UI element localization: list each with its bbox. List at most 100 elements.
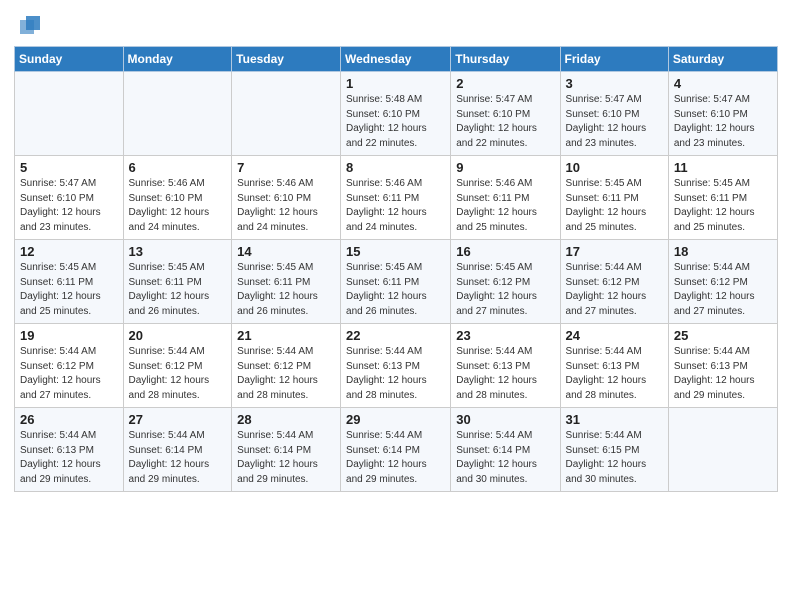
- day-number: 9: [456, 160, 554, 175]
- day-info: Sunrise: 5:45 AM Sunset: 6:11 PM Dayligh…: [129, 261, 227, 319]
- day-number: 19: [20, 328, 118, 343]
- day-info: Sunrise: 5:45 AM Sunset: 6:11 PM Dayligh…: [346, 261, 445, 319]
- day-cell: 28Sunrise: 5:44 AM Sunset: 6:14 PM Dayli…: [232, 408, 341, 492]
- day-info: Sunrise: 5:44 AM Sunset: 6:12 PM Dayligh…: [20, 345, 118, 403]
- day-info: Sunrise: 5:44 AM Sunset: 6:12 PM Dayligh…: [566, 261, 663, 319]
- day-number: 30: [456, 412, 554, 427]
- weekday-header-friday: Friday: [560, 47, 668, 72]
- day-number: 8: [346, 160, 445, 175]
- day-cell: 27Sunrise: 5:44 AM Sunset: 6:14 PM Dayli…: [123, 408, 232, 492]
- day-cell: 4 Sunrise: 5:47 AM Sunset: 6:10 PM Daylig…: [668, 72, 777, 156]
- day-number: 13: [129, 244, 227, 259]
- day-number: 24: [566, 328, 663, 343]
- calendar-table: SundayMondayTuesdayWednesdayThursdayFrid…: [14, 46, 778, 492]
- header: [14, 10, 778, 38]
- week-row-1: 1 Sunrise: 5:48 AM Sunset: 6:10 PM Daylig…: [15, 72, 778, 156]
- day-number: 7: [237, 160, 335, 175]
- day-cell: 12 Sunrise: 5:45 AM Sunset: 6:11 PM Dayli…: [15, 240, 124, 324]
- day-number: 26: [20, 412, 118, 427]
- day-cell: 24 Sunrise: 5:44 AM Sunset: 6:13 PM Dayli…: [560, 324, 668, 408]
- day-cell: 30 Sunrise: 5:44 AM Sunset: 6:14 PM Dayli…: [451, 408, 560, 492]
- day-info: Sunrise: 5:45 AM Sunset: 6:11 PM Dayligh…: [20, 261, 118, 319]
- day-cell: 31 Sunrise: 5:44 AM Sunset: 6:15 PM Dayli…: [560, 408, 668, 492]
- day-cell: 11Sunrise: 5:45 AM Sunset: 6:11 PM Dayli…: [668, 156, 777, 240]
- day-number: 1: [346, 76, 445, 91]
- day-number: 31: [566, 412, 663, 427]
- weekday-header-thursday: Thursday: [451, 47, 560, 72]
- page: SundayMondayTuesdayWednesdayThursdayFrid…: [0, 0, 792, 612]
- day-cell: 29 Sunrise: 5:44 AM Sunset: 6:14 PM Dayli…: [341, 408, 451, 492]
- day-number: 29: [346, 412, 445, 427]
- day-number: 27: [129, 412, 227, 427]
- day-info: Sunrise: 5:44 AM Sunset: 6:13 PM Dayligh…: [566, 345, 663, 403]
- weekday-header-monday: Monday: [123, 47, 232, 72]
- day-cell: 3 Sunrise: 5:47 AM Sunset: 6:10 PM Daylig…: [560, 72, 668, 156]
- weekday-header-wednesday: Wednesday: [341, 47, 451, 72]
- day-cell: 25 Sunrise: 5:44 AM Sunset: 6:13 PM Dayli…: [668, 324, 777, 408]
- week-row-3: 12 Sunrise: 5:45 AM Sunset: 6:11 PM Dayli…: [15, 240, 778, 324]
- day-info: Sunrise: 5:48 AM Sunset: 6:10 PM Dayligh…: [346, 93, 445, 151]
- day-number: 20: [129, 328, 227, 343]
- day-cell: 14 Sunrise: 5:45 AM Sunset: 6:11 PM Dayli…: [232, 240, 341, 324]
- weekday-header-saturday: Saturday: [668, 47, 777, 72]
- day-cell: [668, 408, 777, 492]
- day-cell: 16 Sunrise: 5:45 AM Sunset: 6:12 PM Dayli…: [451, 240, 560, 324]
- logo-icon: [16, 10, 44, 38]
- day-cell: 21Sunrise: 5:44 AM Sunset: 6:12 PM Dayli…: [232, 324, 341, 408]
- day-number: 23: [456, 328, 554, 343]
- day-info: Sunrise: 5:44 AM Sunset: 6:14 PM Dayligh…: [456, 429, 554, 487]
- day-number: 12: [20, 244, 118, 259]
- day-number: 16: [456, 244, 554, 259]
- day-cell: [232, 72, 341, 156]
- day-number: 2: [456, 76, 554, 91]
- day-cell: 9Sunrise: 5:46 AM Sunset: 6:11 PM Daylig…: [451, 156, 560, 240]
- day-cell: 15 Sunrise: 5:45 AM Sunset: 6:11 PM Dayli…: [341, 240, 451, 324]
- day-number: 4: [674, 76, 772, 91]
- day-cell: 22Sunrise: 5:44 AM Sunset: 6:13 PM Dayli…: [341, 324, 451, 408]
- day-info: Sunrise: 5:47 AM Sunset: 6:10 PM Dayligh…: [674, 93, 772, 151]
- day-cell: 13 Sunrise: 5:45 AM Sunset: 6:11 PM Dayli…: [123, 240, 232, 324]
- day-cell: 10Sunrise: 5:45 AM Sunset: 6:11 PM Dayli…: [560, 156, 668, 240]
- day-info: Sunrise: 5:44 AM Sunset: 6:13 PM Dayligh…: [20, 429, 118, 487]
- day-number: 17: [566, 244, 663, 259]
- day-number: 28: [237, 412, 335, 427]
- day-cell: 23 Sunrise: 5:44 AM Sunset: 6:13 PM Dayli…: [451, 324, 560, 408]
- day-number: 25: [674, 328, 772, 343]
- week-row-4: 19 Sunrise: 5:44 AM Sunset: 6:12 PM Dayli…: [15, 324, 778, 408]
- day-cell: 2 Sunrise: 5:47 AM Sunset: 6:10 PM Daylig…: [451, 72, 560, 156]
- day-info: Sunrise: 5:45 AM Sunset: 6:12 PM Dayligh…: [456, 261, 554, 319]
- day-info: Sunrise: 5:45 AM Sunset: 6:11 PM Dayligh…: [674, 177, 772, 235]
- day-cell: 5 Sunrise: 5:47 AM Sunset: 6:10 PM Daylig…: [15, 156, 124, 240]
- day-cell: 8Sunrise: 5:46 AM Sunset: 6:11 PM Daylig…: [341, 156, 451, 240]
- day-info: Sunrise: 5:44 AM Sunset: 6:15 PM Dayligh…: [566, 429, 663, 487]
- day-number: 15: [346, 244, 445, 259]
- day-info: Sunrise: 5:46 AM Sunset: 6:10 PM Dayligh…: [237, 177, 335, 235]
- day-cell: 17 Sunrise: 5:44 AM Sunset: 6:12 PM Dayli…: [560, 240, 668, 324]
- day-info: Sunrise: 5:47 AM Sunset: 6:10 PM Dayligh…: [20, 177, 118, 235]
- day-cell: 20 Sunrise: 5:44 AM Sunset: 6:12 PM Dayli…: [123, 324, 232, 408]
- day-number: 5: [20, 160, 118, 175]
- day-info: Sunrise: 5:46 AM Sunset: 6:10 PM Dayligh…: [129, 177, 227, 235]
- day-cell: 26 Sunrise: 5:44 AM Sunset: 6:13 PM Dayli…: [15, 408, 124, 492]
- day-cell: 1 Sunrise: 5:48 AM Sunset: 6:10 PM Daylig…: [341, 72, 451, 156]
- day-info: Sunrise: 5:44 AM Sunset: 6:13 PM Dayligh…: [674, 345, 772, 403]
- day-cell: [123, 72, 232, 156]
- day-number: 14: [237, 244, 335, 259]
- week-row-2: 5 Sunrise: 5:47 AM Sunset: 6:10 PM Daylig…: [15, 156, 778, 240]
- day-number: 22: [346, 328, 445, 343]
- day-info: Sunrise: 5:45 AM Sunset: 6:11 PM Dayligh…: [237, 261, 335, 319]
- day-info: Sunrise: 5:44 AM Sunset: 6:14 PM Dayligh…: [346, 429, 445, 487]
- day-cell: 19 Sunrise: 5:44 AM Sunset: 6:12 PM Dayli…: [15, 324, 124, 408]
- weekday-header-row: SundayMondayTuesdayWednesdayThursdayFrid…: [15, 47, 778, 72]
- day-cell: 18Sunrise: 5:44 AM Sunset: 6:12 PM Dayli…: [668, 240, 777, 324]
- day-info: Sunrise: 5:44 AM Sunset: 6:12 PM Dayligh…: [129, 345, 227, 403]
- day-info: Sunrise: 5:44 AM Sunset: 6:13 PM Dayligh…: [456, 345, 554, 403]
- day-info: Sunrise: 5:47 AM Sunset: 6:10 PM Dayligh…: [456, 93, 554, 151]
- day-info: Sunrise: 5:44 AM Sunset: 6:12 PM Dayligh…: [237, 345, 335, 403]
- weekday-header-tuesday: Tuesday: [232, 47, 341, 72]
- day-info: Sunrise: 5:47 AM Sunset: 6:10 PM Dayligh…: [566, 93, 663, 151]
- day-number: 3: [566, 76, 663, 91]
- day-info: Sunrise: 5:44 AM Sunset: 6:12 PM Dayligh…: [674, 261, 772, 319]
- day-info: Sunrise: 5:45 AM Sunset: 6:11 PM Dayligh…: [566, 177, 663, 235]
- logo: [14, 10, 44, 38]
